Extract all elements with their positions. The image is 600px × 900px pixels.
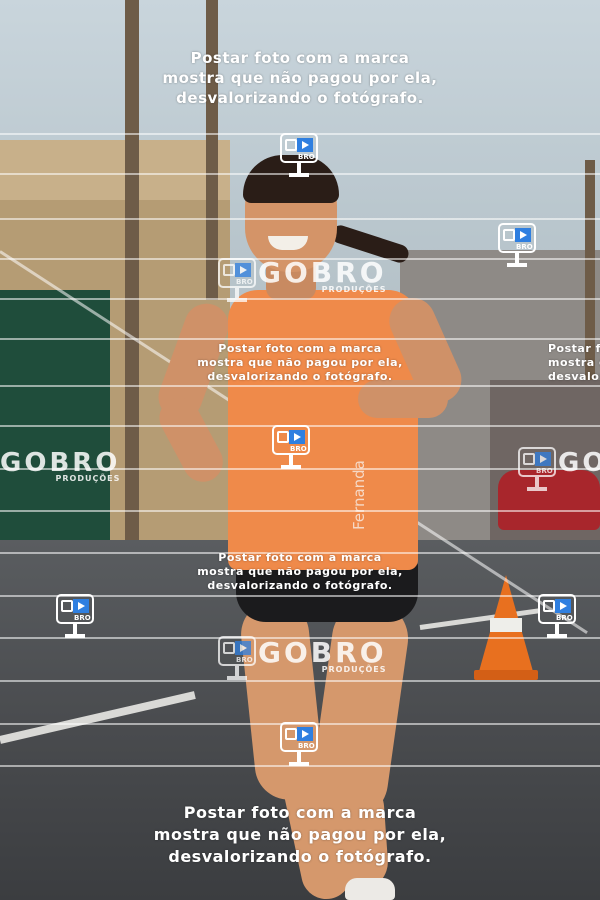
watermark-line: [0, 338, 600, 340]
camera-logo-icon: BRO: [538, 594, 578, 642]
watermark-line: [0, 218, 600, 220]
camera-logo-icon: BRO: [518, 447, 558, 495]
brand-watermark: GOBRO PRODUÇÕES: [0, 448, 120, 483]
brand-watermark: GOBRO: [558, 448, 600, 478]
runner-tank-top: [228, 290, 418, 570]
watermark-line: [0, 680, 600, 682]
watermark-text-bottom: Postar foto com a marca mostra que não p…: [130, 802, 470, 868]
watermark-text-line: Postar foto com a marca: [218, 551, 382, 564]
camera-logo-icon: BRO: [280, 133, 320, 181]
camera-logo-icon: BRO: [218, 258, 258, 306]
watermark-text-line: desvalorizando o fotógrafo.: [548, 370, 600, 383]
watermark-text-line: Postar foto com a marca: [190, 49, 410, 67]
watermark-line: [0, 298, 600, 300]
watermark-text-line: mostra que não pagou por ela,: [548, 356, 600, 369]
watermark-text-line: mostra que não pagou por ela,: [197, 565, 403, 578]
utility-pole: [206, 0, 218, 300]
watermark-text-line: desvalorizando o fotógrafo.: [176, 89, 424, 107]
tank-print: Fernanda: [350, 460, 368, 530]
camera-logo-icon: BRO: [280, 722, 320, 770]
watermark-text-top: Postar foto com a marca mostra que não p…: [150, 48, 450, 108]
building-left-top: [0, 140, 230, 200]
watermark-text-line: mostra que não pagou por ela,: [153, 825, 447, 844]
camera-logo-icon: BRO: [272, 425, 312, 473]
watermark-text-line: Postar foto com a marca: [548, 342, 600, 355]
watermark-text-mid: Postar foto com a marca mostra que não p…: [185, 342, 415, 384]
traffic-cone-base: [474, 670, 538, 680]
watermark-text-line: mostra que não pagou por ela,: [197, 356, 403, 369]
brand-watermark: GOBRO PRODUÇÕES: [258, 256, 387, 294]
traffic-cone-band: [490, 618, 522, 632]
watermark-text-lower: Postar foto com a marca mostra que não p…: [190, 551, 410, 593]
runner-shoe: [345, 878, 395, 900]
watermark-text-line: desvalorizando o fotógrafo.: [207, 579, 393, 592]
camera-logo-icon: BRO: [56, 594, 96, 642]
watermark-text-line: Postar foto com a marca: [218, 342, 382, 355]
brand-name: GOBRO: [558, 448, 600, 478]
watermark-line: [0, 510, 600, 512]
camera-logo-icon: BRO: [498, 223, 538, 271]
watermark-text-right: Postar foto com a marca mostra que não p…: [548, 342, 600, 384]
watermark-text-line: Postar foto com a marca: [183, 803, 417, 822]
camera-logo-icon: BRO: [218, 636, 258, 684]
watermark-text-line: desvalorizando o fotógrafo.: [168, 847, 432, 866]
brand-watermark: GOBRO PRODUÇÕES: [258, 636, 387, 674]
watermark-text-line: mostra que não pagou por ela,: [162, 69, 438, 87]
watermark-line: [0, 385, 600, 387]
watermark-text-line: desvalorizando o fotógrafo.: [207, 370, 393, 383]
race-photo: Fernanda Postar foto com a marca mostra …: [0, 0, 600, 900]
